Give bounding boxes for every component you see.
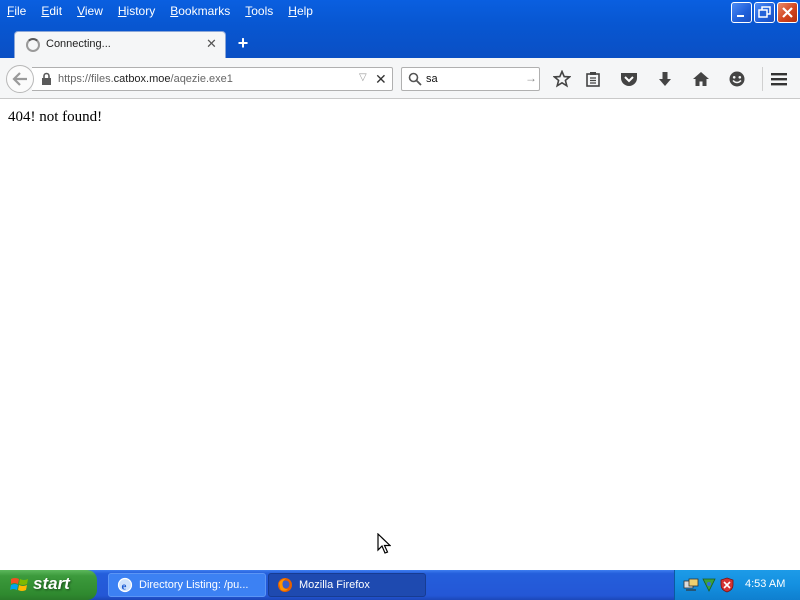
menu-view-label: View xyxy=(77,4,103,18)
start-button[interactable]: start xyxy=(0,570,97,600)
page-content: 404! not found! xyxy=(0,100,800,570)
reading-list-button[interactable] xyxy=(583,69,603,89)
search-input-value: sa xyxy=(426,73,438,85)
menu-help[interactable]: Help xyxy=(281,2,321,20)
hello-button[interactable] xyxy=(727,69,747,89)
url-text: https://files.catbox.moe/aqezie.exe1 xyxy=(58,73,233,85)
menu-bookmarks-label: Bookmarks xyxy=(170,4,231,18)
menu-tools[interactable]: Tools xyxy=(238,2,281,20)
menu-access-key: T xyxy=(245,4,252,18)
close-icon xyxy=(782,7,793,18)
menu-access-key: F xyxy=(7,4,15,18)
menu-edit-label: Edit xyxy=(41,4,63,18)
window-titlebar: File Edit View History Bookmarks Tools H… xyxy=(0,0,800,58)
search-go-icon[interactable]: → xyxy=(525,71,537,85)
menu-file[interactable]: File xyxy=(0,2,34,20)
menu-edit[interactable]: Edit xyxy=(34,2,70,20)
firefox-icon xyxy=(278,578,292,592)
restore-button[interactable] xyxy=(754,2,775,23)
url-path: /aqezie.exe1 xyxy=(170,73,233,85)
menu-view[interactable]: View xyxy=(70,2,111,20)
taskbar-item-label: Mozilla Firefox xyxy=(299,579,370,591)
windows-logo-icon xyxy=(10,578,28,591)
security-shield-icon[interactable] xyxy=(719,577,735,593)
url-host: catbox.moe xyxy=(113,73,171,85)
home-icon xyxy=(693,72,709,86)
menu-history-label: History xyxy=(117,4,156,18)
minimize-icon xyxy=(737,15,744,17)
tab-active[interactable]: Connecting... ✕ xyxy=(14,31,226,58)
bookmark-star-button[interactable] xyxy=(552,69,572,89)
page-body-text: 404! not found! xyxy=(8,109,103,125)
menu-access-key: E xyxy=(41,4,50,18)
navigation-toolbar: https://files.catbox.moe/aqezie.exe1 ▽ ✕… xyxy=(0,58,800,99)
search-icon xyxy=(408,72,422,86)
tab-title: Connecting... xyxy=(46,38,111,50)
star-icon xyxy=(553,70,571,88)
taskbar: start e Directory Listing: /pu... Mozill… xyxy=(0,570,800,600)
menu-access-key: V xyxy=(77,4,85,18)
back-button[interactable] xyxy=(6,65,34,93)
url-prefix: https://files. xyxy=(58,73,114,85)
smiley-icon xyxy=(729,71,745,87)
new-tab-button[interactable]: + xyxy=(234,34,252,52)
clipboard-icon xyxy=(586,72,600,87)
mouse-cursor-icon xyxy=(377,533,391,554)
internet-explorer-icon: e xyxy=(117,577,133,593)
menu-bookmarks[interactable]: Bookmarks xyxy=(163,2,238,20)
menu-history[interactable]: History xyxy=(111,2,163,20)
search-bar[interactable]: sa → xyxy=(401,67,540,91)
tab-close-icon[interactable]: ✕ xyxy=(206,37,217,51)
pocket-button[interactable] xyxy=(619,69,639,89)
updates-icon[interactable] xyxy=(701,577,717,593)
loading-spinner-icon xyxy=(26,38,40,52)
hamburger-menu-icon xyxy=(771,73,787,86)
svg-text:e: e xyxy=(122,581,127,593)
lock-icon xyxy=(42,72,51,85)
back-arrow-icon xyxy=(12,72,27,86)
taskbar-item-firefox[interactable]: Mozilla Firefox xyxy=(268,573,426,597)
taskbar-item-label: Directory Listing: /pu... xyxy=(139,579,249,591)
system-clock: 4:53 AM xyxy=(745,578,786,590)
stop-loading-icon[interactable]: ✕ xyxy=(375,70,387,88)
start-label: start xyxy=(33,574,70,593)
url-dropdown-icon[interactable]: ▽ xyxy=(359,72,367,83)
system-tray: 4:53 AM xyxy=(674,570,800,600)
taskbar-item-directory-listing[interactable]: e Directory Listing: /pu... xyxy=(108,573,266,597)
downloads-button[interactable] xyxy=(655,69,675,89)
toolbar-separator xyxy=(762,67,763,91)
restore-icon xyxy=(758,6,771,18)
menu-file-label: File xyxy=(7,4,27,18)
menu-access-key: H xyxy=(117,4,127,18)
menu-tools-label: Tools xyxy=(245,4,274,18)
download-icon xyxy=(659,72,671,86)
network-icon[interactable] xyxy=(683,577,699,593)
menu-bar: File Edit View History Bookmarks Tools H… xyxy=(0,2,321,20)
menu-help-label: Help xyxy=(288,4,313,18)
close-window-button[interactable] xyxy=(777,2,798,23)
menu-access-key: H xyxy=(288,4,297,18)
minimize-button[interactable] xyxy=(731,2,752,23)
url-bar[interactable]: https://files.catbox.moe/aqezie.exe1 ▽ ✕ xyxy=(32,67,393,91)
open-menu-button[interactable] xyxy=(769,69,789,89)
home-button[interactable] xyxy=(691,69,711,89)
menu-access-key: B xyxy=(170,4,179,18)
pocket-icon xyxy=(621,73,637,86)
